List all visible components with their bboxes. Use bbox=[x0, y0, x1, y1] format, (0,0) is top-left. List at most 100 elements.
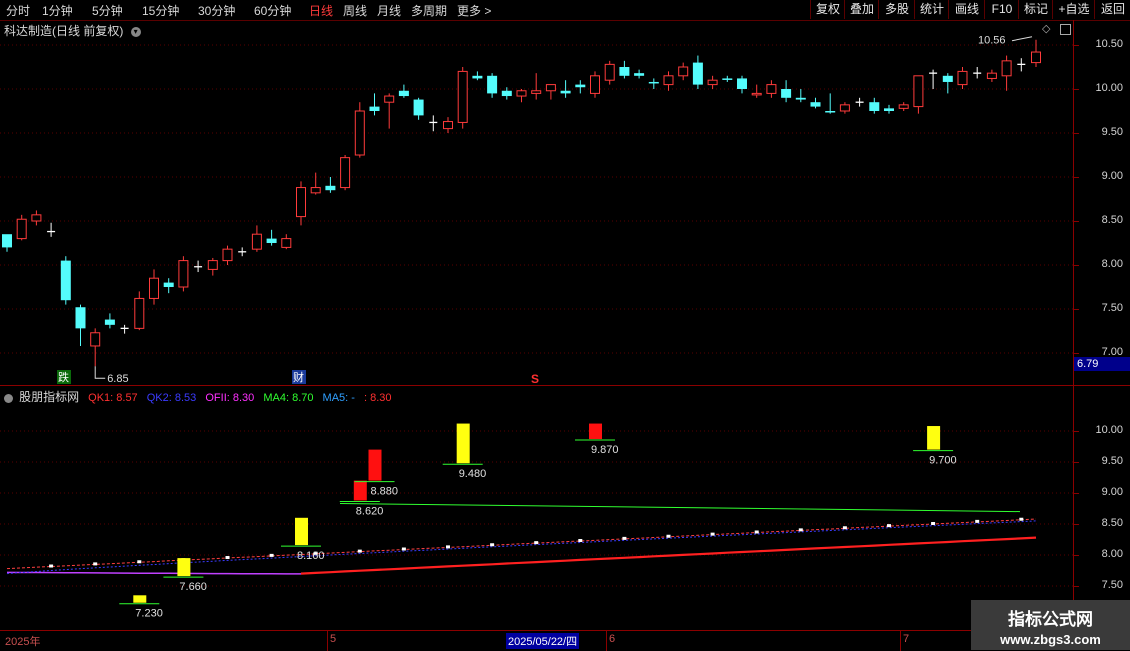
candle-body bbox=[575, 84, 586, 88]
f10-button[interactable]: F10 bbox=[984, 0, 1019, 19]
period-tab-monthly[interactable]: 月线 bbox=[377, 2, 401, 19]
price-tick-label: 10.50 bbox=[1095, 38, 1123, 50]
candle bbox=[340, 155, 351, 191]
candle bbox=[575, 80, 586, 94]
candle bbox=[737, 75, 747, 94]
die-marker: 跌 bbox=[58, 370, 69, 384]
candle bbox=[134, 291, 145, 331]
candle-body bbox=[501, 90, 512, 97]
candle-body bbox=[369, 106, 380, 111]
axis-tick bbox=[1074, 353, 1079, 354]
candle-body bbox=[413, 99, 424, 116]
qk1-dot bbox=[887, 524, 891, 528]
candle bbox=[325, 177, 336, 193]
axis-tick bbox=[1074, 493, 1079, 494]
price-tick-label: 10.00 bbox=[1095, 82, 1123, 94]
candle bbox=[429, 115, 438, 132]
date-cursor-label: 2025/05/22/四 bbox=[506, 633, 580, 649]
period-tab-5min[interactable]: 5分钟 bbox=[92, 2, 123, 19]
overlay-button[interactable]: 叠加 bbox=[844, 0, 879, 19]
axis-tick bbox=[1074, 431, 1079, 432]
period-tab-more[interactable]: 更多 > bbox=[457, 2, 491, 19]
candle-body bbox=[104, 319, 115, 325]
qk1-line bbox=[6, 518, 1037, 570]
signal-label: 9.480 bbox=[459, 468, 487, 480]
period-tab-15min[interactable]: 15分钟 bbox=[142, 2, 179, 19]
period-tab-30min[interactable]: 30分钟 bbox=[198, 2, 235, 19]
indicator-chart[interactable]: 7.230 7.660 8.160 8.620 8.880 9.480 9.870 9.700 bbox=[0, 386, 1073, 630]
candle bbox=[207, 257, 218, 276]
candle-body bbox=[443, 121, 453, 130]
add-favorite-button[interactable]: +自选 bbox=[1052, 0, 1095, 19]
signal-bar bbox=[456, 423, 470, 464]
low-price-label: 6.85 bbox=[107, 373, 128, 385]
candle bbox=[781, 80, 792, 103]
qk2-line bbox=[6, 520, 1037, 575]
axis-tick bbox=[1074, 462, 1079, 463]
candle-body bbox=[134, 297, 145, 329]
qk1-dot bbox=[1019, 517, 1024, 521]
candle bbox=[310, 172, 321, 195]
period-tab-1min[interactable]: 1分钟 bbox=[42, 2, 73, 19]
date-label-jun: 6 bbox=[609, 633, 616, 645]
indicator-tick-label: 9.50 bbox=[1101, 455, 1123, 467]
candle bbox=[281, 234, 292, 250]
candle-body bbox=[869, 102, 880, 111]
indicator-tick-label: 8.00 bbox=[1101, 548, 1123, 560]
fuquan-button[interactable]: 复权 bbox=[810, 0, 845, 19]
candle bbox=[913, 75, 924, 114]
candle-body bbox=[60, 260, 71, 301]
candle bbox=[1031, 39, 1041, 67]
candle-body bbox=[839, 104, 850, 112]
candle bbox=[722, 75, 733, 82]
candle bbox=[16, 214, 27, 241]
indicator-tick-label: 9.00 bbox=[1101, 486, 1123, 498]
period-tab-60min[interactable]: 60分钟 bbox=[254, 2, 291, 19]
multi-stock-button[interactable]: 多股 bbox=[878, 0, 915, 19]
price-axis: 10.50 10.00 9.50 9.00 8.50 8.00 7.50 7.0… bbox=[1073, 20, 1130, 385]
price-tick-label: 8.00 bbox=[1101, 258, 1123, 270]
candle-body bbox=[251, 233, 262, 250]
low-arrow bbox=[94, 366, 106, 379]
candle bbox=[604, 60, 615, 85]
stats-button[interactable]: 统计 bbox=[914, 0, 949, 19]
candle bbox=[869, 97, 880, 114]
candle-body bbox=[795, 97, 806, 100]
candle bbox=[707, 75, 718, 89]
period-tab-multi[interactable]: 多周期 bbox=[411, 2, 447, 19]
signal-label: 8.160 bbox=[297, 550, 325, 562]
candle bbox=[1001, 55, 1012, 91]
candle-body bbox=[619, 67, 630, 76]
period-tab-daily[interactable]: 日线 bbox=[309, 2, 333, 19]
candle-body bbox=[766, 84, 777, 94]
high-price-label: 10.56 bbox=[978, 35, 1006, 47]
mark-button[interactable]: 标记 bbox=[1018, 0, 1053, 19]
candle bbox=[986, 69, 997, 82]
candlestick-chart[interactable]: 10.56 6.85 跌 财 S bbox=[0, 20, 1073, 385]
candle bbox=[457, 67, 468, 129]
candle bbox=[398, 84, 409, 98]
qk1-dot bbox=[666, 534, 671, 538]
high-arrow bbox=[1011, 36, 1033, 42]
candle-body bbox=[163, 282, 174, 287]
candle bbox=[957, 67, 968, 89]
cai-marker: 财 bbox=[293, 370, 304, 384]
axis-tick bbox=[1074, 45, 1079, 46]
period-tab-weekly[interactable]: 周线 bbox=[343, 2, 367, 19]
ma4-line bbox=[339, 503, 1021, 513]
candle bbox=[238, 247, 247, 257]
candle-body bbox=[531, 90, 542, 94]
candle bbox=[560, 80, 571, 98]
candle-body bbox=[898, 104, 909, 109]
signal-label: 8.620 bbox=[356, 505, 384, 517]
qk1-dot bbox=[490, 543, 495, 547]
candle bbox=[825, 93, 836, 114]
qk1-dot bbox=[49, 564, 54, 568]
period-tab-fenshi[interactable]: 分时 bbox=[6, 2, 30, 19]
draw-line-button[interactable]: 画线 bbox=[948, 0, 985, 19]
candle-body bbox=[604, 63, 615, 81]
back-button[interactable]: 返回 bbox=[1094, 0, 1130, 19]
candle-body bbox=[825, 111, 836, 113]
qk1-dot bbox=[842, 526, 847, 530]
candle-body bbox=[751, 92, 762, 96]
